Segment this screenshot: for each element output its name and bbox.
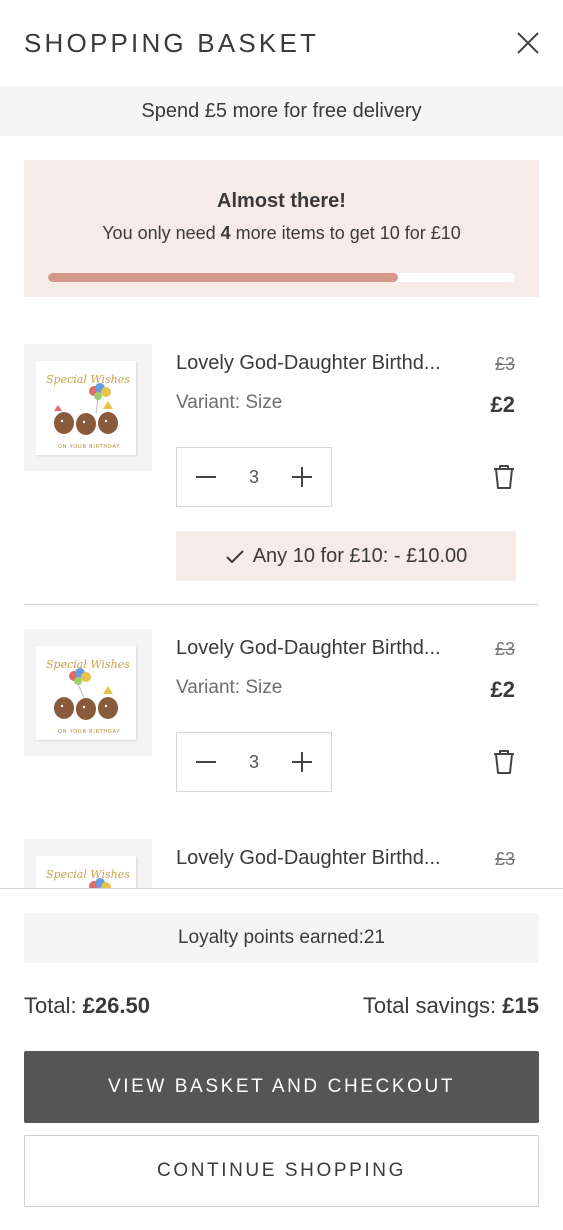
decrease-quantity-button[interactable]	[177, 733, 235, 791]
decrease-quantity-button[interactable]	[177, 448, 235, 506]
check-icon	[225, 550, 244, 564]
quantity-value[interactable]: 3	[235, 733, 273, 791]
promo-heading: Almost there!	[217, 190, 346, 212]
total-amount: Total: £26.50	[24, 993, 150, 1019]
product-thumbnail[interactable]: Special Wishes	[24, 839, 152, 888]
free-delivery-banner: Spend £5 more for free delivery	[0, 86, 563, 136]
item-variant: Variant: Size	[176, 677, 283, 698]
discount-text: Any 10 for £10: - £10.00	[252, 545, 468, 567]
item-old-price: £3	[494, 639, 515, 659]
savings-label: Total savings:	[362, 993, 503, 1018]
total-value: £26.50	[82, 993, 150, 1018]
quantity-value[interactable]: 3	[235, 448, 273, 506]
item-name[interactable]: Lovely God-Daughter Birthd...	[176, 637, 441, 660]
promo-text-before: You only need	[102, 223, 221, 243]
basket-items-list[interactable]: Special Wishes ON YOUR BIRTHDAY Lovely G…	[0, 320, 563, 888]
increase-quantity-button[interactable]	[273, 448, 331, 506]
promo-text-after: more items to get 10 for £10	[230, 223, 461, 243]
product-card-image: Special Wishes ON YOUR BIRTHDAY	[36, 646, 136, 740]
product-thumbnail[interactable]: Special Wishes ON YOUR BIRTHDAY	[24, 344, 152, 471]
quantity-stepper: 3	[176, 447, 332, 507]
increase-quantity-button[interactable]	[273, 733, 331, 791]
svg-text:Special Wishes: Special Wishes	[46, 868, 130, 881]
promo-progress-box: Almost there! You only need 4 more items…	[24, 160, 539, 297]
item-variant: Variant: Size	[176, 392, 283, 413]
continue-shopping-button[interactable]: CONTINUE SHOPPING	[24, 1135, 539, 1207]
loyalty-points: Loyalty points earned:21	[24, 913, 539, 963]
close-icon[interactable]	[515, 30, 541, 56]
promo-count: 4	[220, 223, 231, 243]
basket-item: Special Wishes ON YOUR BIRTHDAY Lovely G…	[0, 605, 563, 820]
item-name[interactable]: Lovely God-Daughter Birthd...	[176, 352, 441, 375]
basket-item: Special Wishes ON YOUR BIRTHDAY Lovely G…	[0, 320, 563, 605]
basket-header: SHOPPING BASKET	[0, 0, 563, 86]
quantity-stepper: 3	[176, 732, 332, 792]
promo-progress-fill	[48, 273, 399, 282]
basket-title: SHOPPING BASKET	[24, 28, 320, 58]
basket-footer: Loyalty points earned:21 Total: £26.50 T…	[0, 888, 563, 1230]
total-label: Total:	[24, 993, 83, 1018]
total-savings: Total savings: £15	[363, 993, 539, 1019]
item-old-price: £3	[494, 849, 515, 869]
basket-item: Special Wishes Lovely God-Daughter Birth…	[0, 815, 563, 888]
view-basket-checkout-button[interactable]: VIEW BASKET AND CHECKOUT	[24, 1051, 539, 1123]
svg-text:Special Wishes: Special Wishes	[46, 658, 130, 671]
product-thumbnail[interactable]: Special Wishes ON YOUR BIRTHDAY	[24, 629, 152, 756]
item-price: £2	[490, 392, 515, 417]
item-old-price: £3	[494, 354, 515, 374]
svg-text:ON YOUR BIRTHDAY: ON YOUR BIRTHDAY	[58, 444, 120, 450]
product-card-image: Special Wishes	[36, 856, 136, 888]
promo-progress-bar	[48, 273, 515, 282]
promo-message: You only need 4 more items to get 10 for…	[24, 223, 539, 244]
trash-icon[interactable]	[491, 463, 517, 491]
discount-badge: Any 10 for £10: - £10.00	[176, 531, 516, 581]
svg-text:ON YOUR BIRTHDAY: ON YOUR BIRTHDAY	[58, 729, 120, 735]
svg-text:Special Wishes: Special Wishes	[46, 373, 130, 386]
product-card-image: Special Wishes ON YOUR BIRTHDAY	[36, 361, 136, 455]
savings-value: £15	[502, 993, 539, 1018]
item-name[interactable]: Lovely God-Daughter Birthd...	[176, 847, 441, 870]
item-price: £2	[490, 677, 515, 702]
trash-icon[interactable]	[491, 748, 517, 776]
